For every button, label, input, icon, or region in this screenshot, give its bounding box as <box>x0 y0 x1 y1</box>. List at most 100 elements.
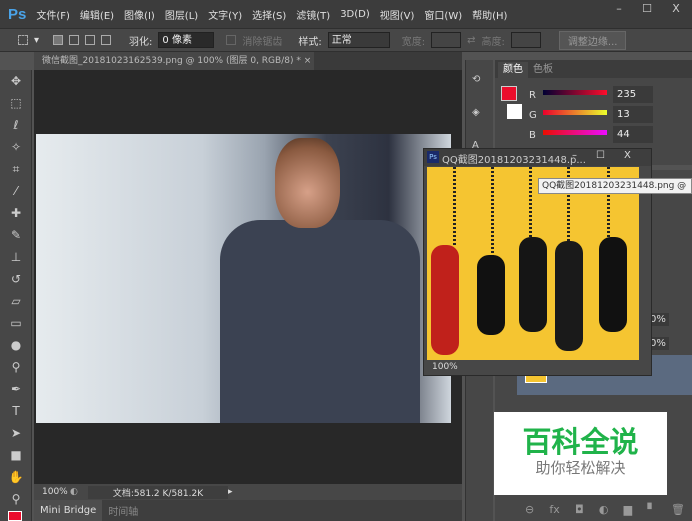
folder-icon[interactable]: ▆ <box>624 503 632 516</box>
trash-icon[interactable]: 🗑 <box>671 503 685 516</box>
style-select[interactable]: 正常 <box>327 32 390 48</box>
pen-tool-icon[interactable]: ✒ <box>0 378 32 400</box>
antialias-label: 消除锯齿 <box>242 36 283 48</box>
move-tool-icon[interactable]: ✥ <box>0 70 32 92</box>
new-selection-icon[interactable] <box>53 35 64 45</box>
feather-label: 羽化: <box>129 36 153 48</box>
close-tab-icon[interactable]: × <box>304 56 312 66</box>
antialias-checkbox[interactable] <box>226 35 237 45</box>
watermark: 百科全说 助你轻松解决 <box>494 412 667 495</box>
b-slider[interactable] <box>543 130 607 135</box>
hand-tool-icon[interactable]: ✋ <box>0 466 32 488</box>
menu-select[interactable]: 选择(S) <box>252 7 286 22</box>
brush-tool-icon[interactable]: ✎ <box>0 224 32 246</box>
new-layer-icon[interactable]: ▘ <box>647 503 655 516</box>
menu-type[interactable]: 文字(Y) <box>208 7 242 22</box>
link-icon[interactable]: ⊖ <box>525 503 534 516</box>
fx-icon[interactable]: fx <box>549 503 559 516</box>
feather-input[interactable]: 0 像素 <box>158 32 215 48</box>
eyedropper-icon[interactable]: ⁄ <box>0 180 32 202</box>
g-slider[interactable] <box>543 110 607 115</box>
tooltip: QQ截图20181203231448.png @ <box>538 178 692 194</box>
marquee-tool-icon[interactable] <box>18 35 28 45</box>
g-label: G <box>529 110 537 121</box>
crop-tool-icon[interactable]: ⌗ <box>0 158 32 180</box>
swap-icon[interactable]: ⇄ <box>467 35 475 46</box>
dodge-tool-icon[interactable]: ⚲ <box>0 356 32 378</box>
menu-filter[interactable]: 滤镜(T) <box>296 7 330 22</box>
height-input[interactable] <box>510 32 541 48</box>
foreground-color-swatch[interactable] <box>501 86 517 101</box>
menu-image[interactable]: 图像(I) <box>124 7 155 22</box>
r-label: R <box>529 90 536 101</box>
chevron-down-icon[interactable]: ▾ <box>34 35 39 46</box>
3d-icon[interactable]: ◈ <box>472 107 487 118</box>
float-maximize-button[interactable]: ☐ <box>596 150 605 161</box>
close-button[interactable]: X <box>662 2 690 20</box>
photoshop-logo: Ps <box>8 5 27 23</box>
minimize-button[interactable]: – <box>605 2 633 20</box>
zoom-tool-icon[interactable]: ⚲ <box>0 488 32 510</box>
b-label: B <box>529 130 536 141</box>
float-close-button[interactable]: X <box>624 150 631 161</box>
subtract-selection-icon[interactable] <box>85 35 96 45</box>
layer-actions: ⊖ fx ◘ ◐ ▆ ▘ 🗑 <box>525 503 685 516</box>
tools-panel: ✥ ⬚ ℓ ✧ ⌗ ⁄ ✚ ✎ ⊥ ↺ ▱ ▭ ● ⚲ ✒ T ➤ ■ ✋ ⚲ <box>0 70 32 521</box>
stamp-tool-icon[interactable]: ⊥ <box>0 246 32 268</box>
watermark-title: 百科全说 <box>522 425 639 459</box>
type-tool-icon[interactable]: T <box>0 400 32 422</box>
height-label: 高度: <box>481 36 505 48</box>
r-slider[interactable] <box>543 90 607 95</box>
menu-layer[interactable]: 图层(L) <box>165 7 198 22</box>
float-zoom-level[interactable]: 100% <box>432 362 458 372</box>
intersect-selection-icon[interactable] <box>101 35 112 45</box>
watermark-subtitle: 助你轻松解决 <box>535 459 626 477</box>
mask-icon[interactable]: ◘ <box>575 503 584 516</box>
blur-tool-icon[interactable]: ● <box>0 334 32 356</box>
width-input[interactable] <box>431 32 462 48</box>
bottom-panel-tabs: Mini Bridge 时间轴 <box>34 500 462 521</box>
menu-edit[interactable]: 编辑(E) <box>80 7 114 22</box>
foreground-color-swatch[interactable] <box>8 511 22 521</box>
width-label: 宽度: <box>401 36 426 48</box>
magic-wand-icon[interactable]: ✧ <box>0 136 32 158</box>
lasso-tool-icon[interactable]: ℓ <box>0 114 32 136</box>
history-brush-icon[interactable]: ↺ <box>0 268 32 290</box>
shape-tool-icon[interactable]: ■ <box>0 444 32 466</box>
tab-color[interactable]: 颜色 <box>498 62 528 78</box>
play-arrow-icon[interactable]: ▸ <box>228 487 233 497</box>
menu-view[interactable]: 视图(V) <box>380 7 415 22</box>
ps-icon: Ps <box>427 151 439 163</box>
eraser-tool-icon[interactable]: ▱ <box>0 290 32 312</box>
floating-window-title: QQ截图20181203231448.p... <box>442 155 586 166</box>
path-select-icon[interactable]: ➤ <box>0 422 32 444</box>
history-icon[interactable]: ⟲ <box>472 74 487 85</box>
maximize-button[interactable]: ☐ <box>633 2 661 20</box>
hanging-phones-image <box>427 167 639 360</box>
doc-info: 文档:581.2 K/581.2K <box>88 485 228 499</box>
healing-brush-icon[interactable]: ✚ <box>0 202 32 224</box>
photo-head <box>275 138 340 228</box>
gradient-tool-icon[interactable]: ▭ <box>0 312 32 334</box>
menu-3d[interactable]: 3D(D) <box>340 9 370 20</box>
menu-file[interactable]: 文件(F) <box>36 7 70 22</box>
photo-suit <box>220 220 420 423</box>
floating-window-titlebar[interactable]: Ps QQ截图20181203231448.p... – ☐ X <box>424 149 651 166</box>
marquee-tool-icon[interactable]: ⬚ <box>0 92 32 114</box>
background-color-swatch[interactable] <box>507 104 522 119</box>
refine-edge-button[interactable]: 调整边缘... <box>558 30 627 50</box>
menu-help[interactable]: 帮助(H) <box>472 7 507 22</box>
b-value[interactable]: 44 <box>613 126 653 143</box>
g-value[interactable]: 13 <box>613 106 653 123</box>
document-tab[interactable]: 微信截图_20181023162539.png @ 100% (图层 0, RG… <box>34 52 314 70</box>
r-value[interactable]: 235 <box>613 86 653 103</box>
adjustment-icon[interactable]: ◐ <box>599 503 609 516</box>
float-minimize-button[interactable]: – <box>572 150 577 161</box>
menu-window[interactable]: 窗口(W) <box>424 7 462 22</box>
tab-mini-bridge[interactable]: Mini Bridge <box>34 500 103 521</box>
zoom-level[interactable]: 100% <box>34 487 70 497</box>
info-icon[interactable]: ◐ <box>70 487 88 497</box>
tab-timeline[interactable]: 时间轴 <box>102 503 144 518</box>
tab-swatches[interactable]: 色板 <box>528 62 558 78</box>
add-selection-icon[interactable] <box>69 35 80 45</box>
